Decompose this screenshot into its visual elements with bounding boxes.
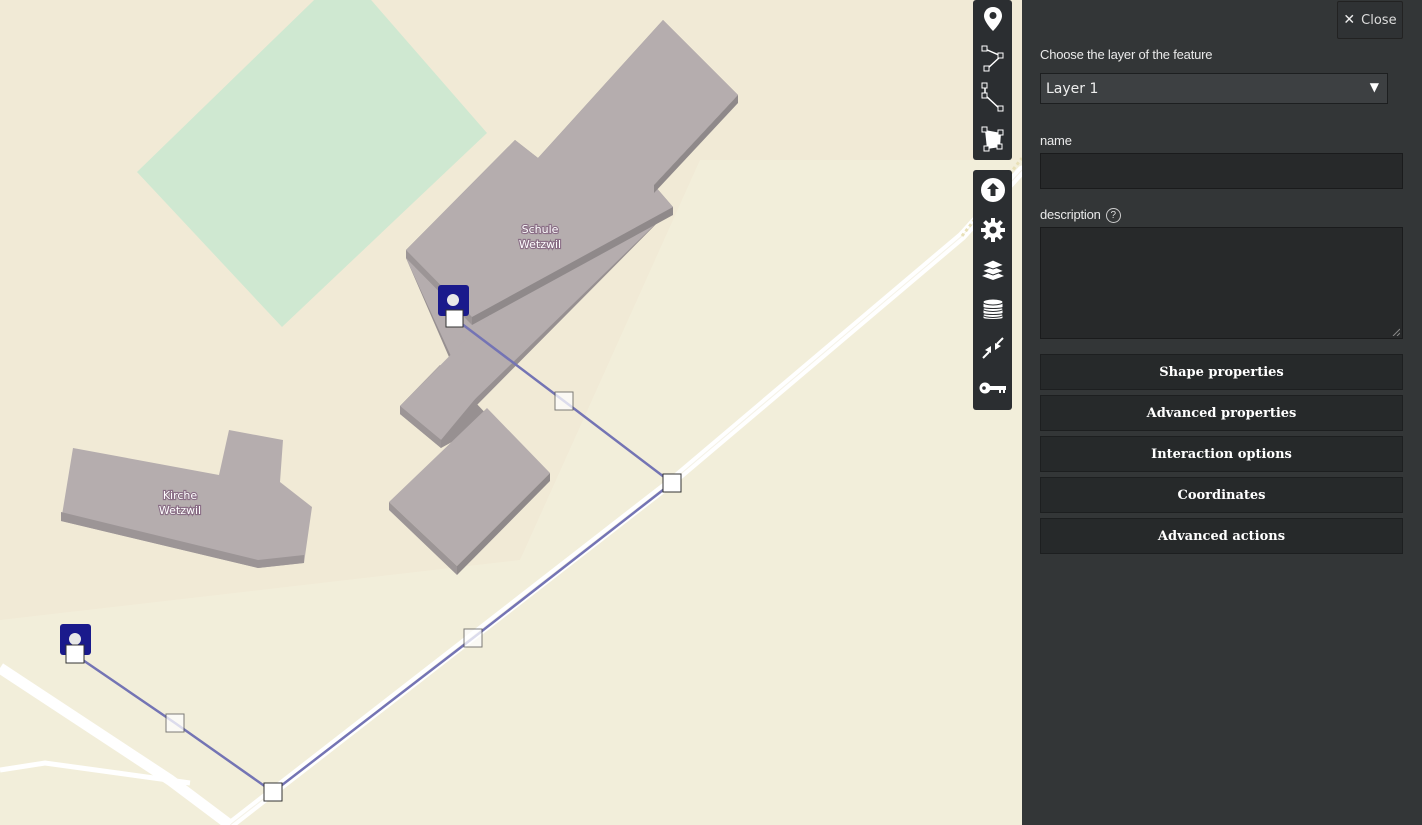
building-label-schule-1: Schule <box>522 223 559 236</box>
umap-editor: Schule Wetzwil Kirche Wetzwil ✕ Close Ch… <box>0 0 1422 825</box>
interaction-options-section[interactable]: Interaction options <box>1040 436 1403 472</box>
building-label-schule-2: Wetzwil <box>519 238 561 251</box>
draw-polygon-button[interactable] <box>973 121 1012 157</box>
manage-layers-button[interactable] <box>973 251 1012 287</box>
name-label: name <box>1040 133 1072 148</box>
close-label: Close <box>1361 12 1397 28</box>
close-button[interactable]: ✕ Close <box>1337 1 1403 39</box>
resize-grip-icon[interactable] <box>1392 328 1400 336</box>
feature-edit-panel: ✕ Close Choose the layer of the feature … <box>1022 0 1422 825</box>
map-settings-button[interactable] <box>973 212 1012 248</box>
multi-polyline-icon <box>981 82 1003 112</box>
description-label: description <box>1040 207 1101 222</box>
import-data-button[interactable] <box>973 172 1012 208</box>
key-icon <box>979 382 1006 394</box>
map-extent-button[interactable] <box>973 330 1012 366</box>
gear-icon <box>980 218 1005 242</box>
permissions-button[interactable] <box>973 370 1012 406</box>
layers-icon <box>980 259 1005 280</box>
help-icon[interactable]: ? <box>1105 208 1121 224</box>
advanced-properties-section[interactable]: Advanced properties <box>1040 395 1403 431</box>
shape-properties-section[interactable]: Shape properties <box>1040 354 1403 390</box>
layer-prompt-label: Choose the layer of the feature <box>1040 47 1213 62</box>
map-layers: Schule Wetzwil Kirche Wetzwil <box>0 0 1022 825</box>
name-field[interactable] <box>1040 153 1403 189</box>
coordinates-section[interactable]: Coordinates <box>1040 477 1403 513</box>
draw-multiline-button[interactable] <box>973 79 1012 115</box>
database-icon <box>982 298 1003 320</box>
map-pin-icon <box>983 7 1002 31</box>
upload-icon <box>980 178 1005 202</box>
building-label-kirche-2: Wetzwil <box>159 504 201 517</box>
map-canvas[interactable]: Schule Wetzwil Kirche Wetzwil <box>0 0 1022 825</box>
close-icon: ✕ <box>1343 12 1356 28</box>
chevron-down-icon: ▼ <box>1369 80 1379 94</box>
description-field[interactable] <box>1040 227 1403 339</box>
polyline-icon <box>981 45 1003 72</box>
advanced-actions-section[interactable]: Advanced actions <box>1040 518 1403 554</box>
polygon-icon <box>981 126 1003 152</box>
draw-line-button[interactable] <box>973 41 1012 77</box>
layer-select-value: Layer 1 <box>1046 81 1099 97</box>
layer-select[interactable]: Layer 1 ▼ <box>1040 73 1388 104</box>
draw-marker-button[interactable] <box>973 1 1012 37</box>
description-label-row: description? <box>1040 207 1121 224</box>
building-label-kirche-1: Kirche <box>163 489 198 502</box>
draw-toolbar <box>973 0 1012 160</box>
datalayers-button[interactable] <box>973 291 1012 327</box>
collapse-arrows-icon <box>981 337 1004 359</box>
map-toolbar <box>973 170 1012 410</box>
